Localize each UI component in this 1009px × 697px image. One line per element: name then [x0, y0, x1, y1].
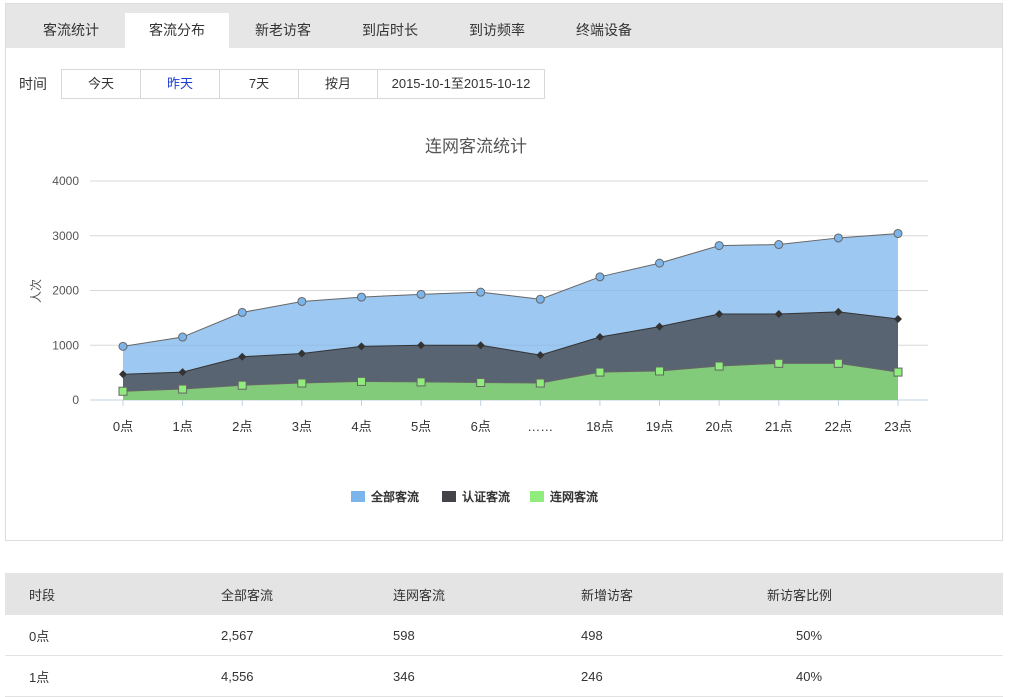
legend-label: 全部客流 [370, 489, 419, 504]
cell-new-visitors: 246 [580, 655, 766, 697]
x-tick-label: …… [527, 419, 553, 434]
y-tick-label: 3000 [52, 229, 79, 243]
x-tick-label: 21点 [765, 419, 792, 434]
cell-new-visitor-ratio: 50% [766, 615, 1003, 656]
data-point [714, 361, 724, 371]
cell-network-flow: 598 [392, 615, 580, 656]
data-point [237, 307, 247, 317]
cell-period: 0点 [5, 615, 220, 656]
x-tick-label: 23点 [884, 419, 911, 434]
x-tick-label: 4点 [351, 419, 371, 434]
data-point [178, 384, 188, 394]
data-point [833, 358, 843, 368]
y-tick-label: 4000 [52, 174, 79, 188]
x-tick-label: 19点 [646, 419, 673, 434]
y-tick-label: 0 [72, 393, 79, 407]
header-new-visitors: 新增访客 [580, 573, 766, 615]
data-point [178, 332, 188, 342]
legend-swatch [351, 491, 365, 502]
data-point [655, 366, 665, 376]
x-tick-label: 22点 [825, 419, 852, 434]
y-tick-label: 2000 [52, 284, 79, 298]
data-point [774, 358, 784, 368]
data-point [714, 241, 724, 251]
data-point [655, 258, 665, 268]
legend-label: 认证客流 [462, 489, 510, 504]
data-point [535, 378, 545, 388]
area-chart: 连网客流统计 0 1000 2000 3000 4000 人次 0点 1点 2点 3点 4点 5点 6点 …… [29, 137, 928, 504]
data-point [833, 233, 843, 243]
x-tick-label: 20点 [705, 419, 732, 434]
x-tick-label: 6点 [471, 419, 491, 434]
data-point [297, 296, 307, 306]
x-tick-label: 18点 [586, 419, 613, 434]
data-point [118, 386, 128, 396]
header-network-flow: 连网客流 [392, 573, 580, 615]
data-point [595, 272, 605, 282]
data-point [356, 376, 366, 386]
data-point [118, 341, 128, 351]
data-point [535, 294, 545, 304]
x-tick-label: 0点 [113, 419, 133, 434]
legend-label: 连网客流 [550, 489, 598, 504]
header-period: 时段 [5, 573, 220, 615]
table-row: 1点 4,556 346 246 40% [5, 655, 1003, 697]
data-point [356, 292, 366, 302]
x-tick-label: 3点 [292, 419, 312, 434]
x-tick-label: 2点 [232, 419, 252, 434]
data-point [416, 289, 426, 299]
header-total-flow: 全部客流 [220, 573, 392, 615]
data-table: 时段 全部客流 连网客流 新增访客 新访客比例 0点 2,567 598 498… [5, 573, 1003, 697]
table-row: 0点 2,567 598 498 50% [5, 615, 1003, 656]
cell-new-visitors: 498 [580, 615, 766, 656]
data-point [476, 377, 486, 387]
header-new-visitor-ratio: 新访客比例 [766, 573, 1003, 615]
data-point [893, 367, 903, 377]
cell-total-flow: 2,567 [220, 615, 392, 656]
x-tick-label: 5点 [411, 419, 431, 434]
chart-title: 连网客流统计 [425, 137, 527, 157]
y-axis-label: 人次 [29, 279, 43, 303]
data-point [476, 287, 486, 297]
data-point [893, 229, 903, 239]
legend-swatch [530, 491, 544, 502]
data-point [237, 380, 247, 390]
data-point [774, 240, 784, 250]
cell-period: 1点 [5, 655, 220, 697]
table-header-row: 时段 全部客流 连网客流 新增访客 新访客比例 [5, 573, 1003, 615]
cell-network-flow: 346 [392, 655, 580, 697]
data-point [595, 367, 605, 377]
data-point [416, 377, 426, 387]
cell-new-visitor-ratio: 40% [766, 655, 1003, 697]
legend-swatch [442, 491, 456, 502]
data-point [297, 378, 307, 388]
x-tick-label: 1点 [172, 419, 192, 434]
y-tick-label: 1000 [52, 338, 79, 352]
chart-panel: 客流统计 客流分布 新老访客 到店时长 到访频率 终端设备 时间 今天 昨天 7… [5, 3, 1003, 541]
cell-total-flow: 4,556 [220, 655, 392, 697]
